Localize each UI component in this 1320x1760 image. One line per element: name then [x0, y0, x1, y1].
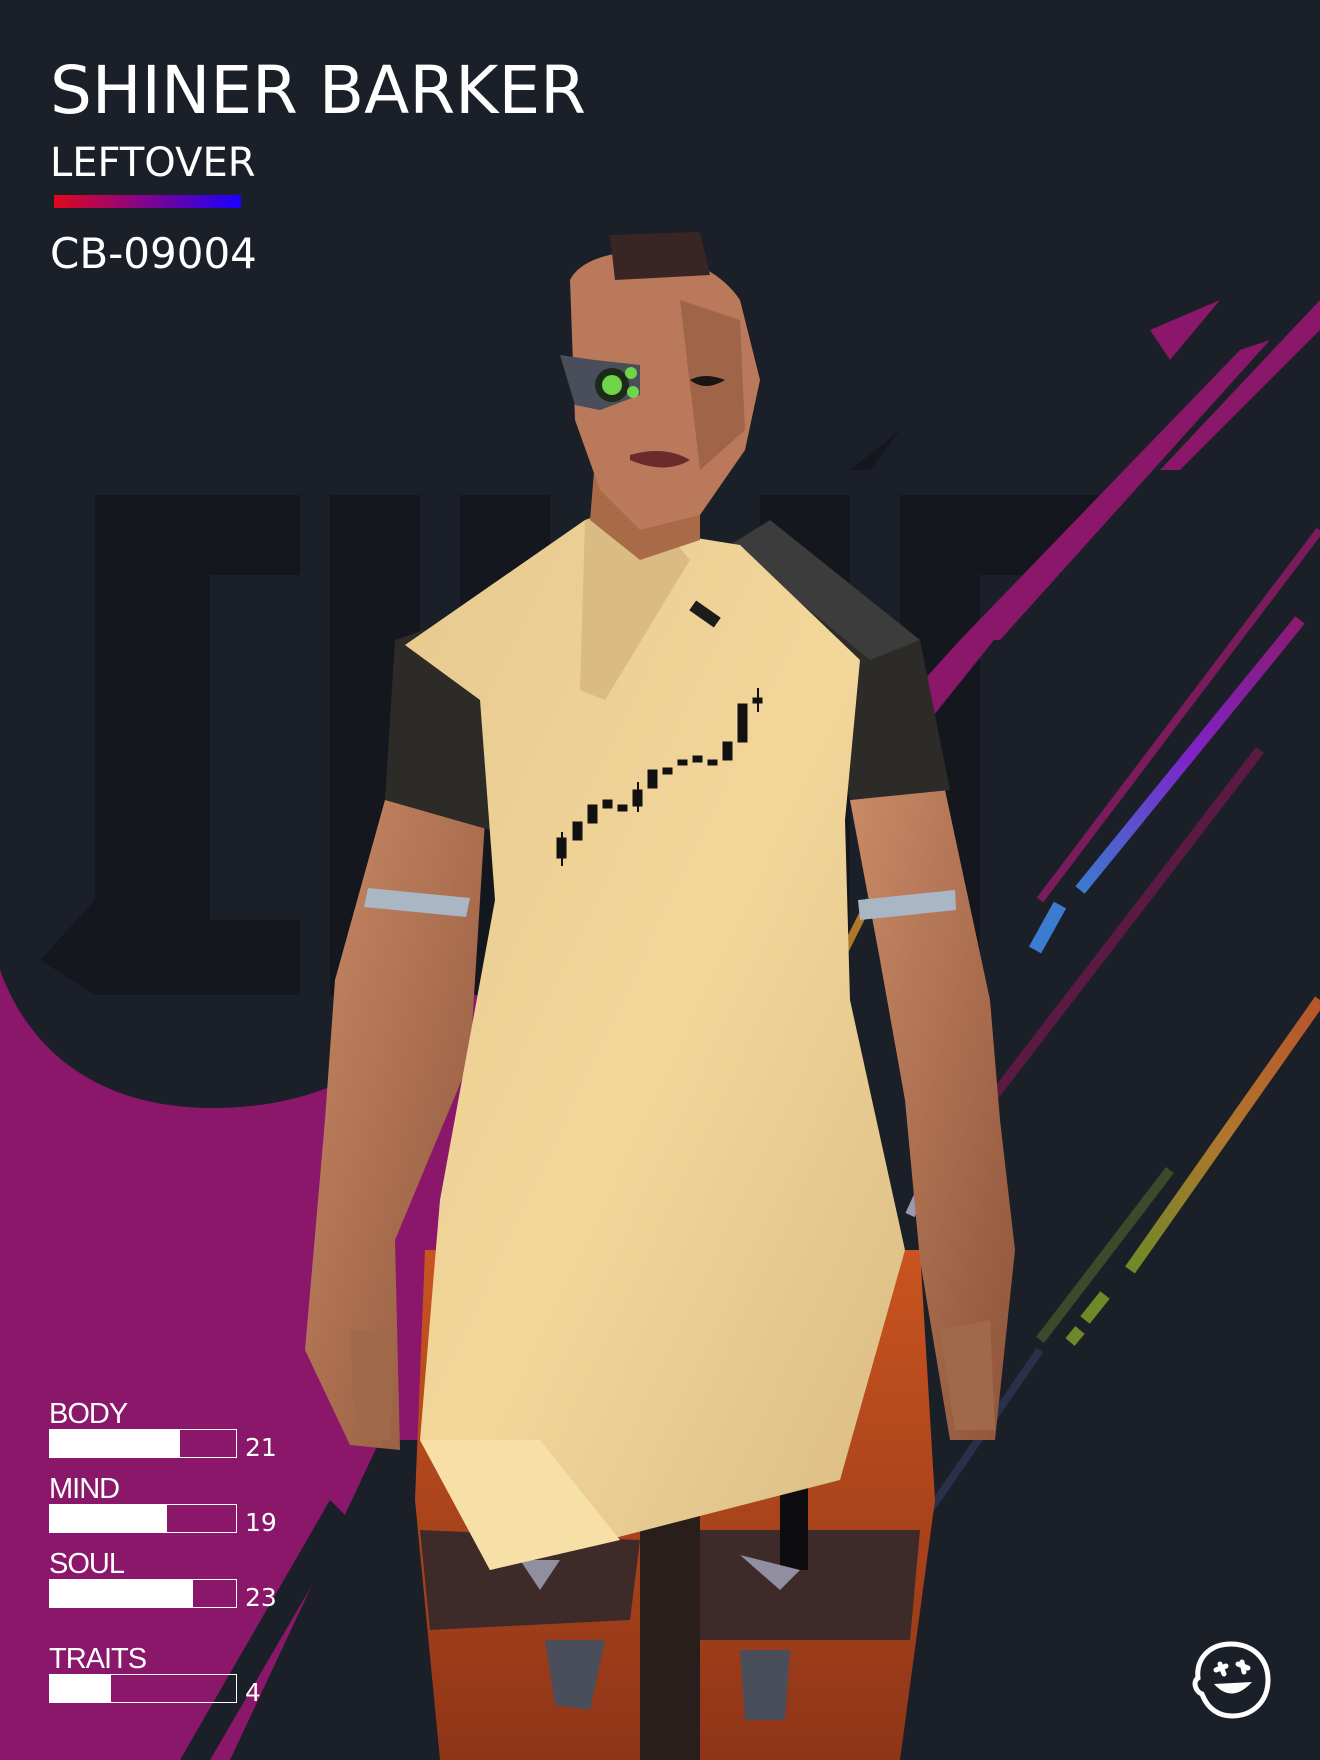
stat-body-value: 21 — [245, 1433, 277, 1462]
character-figure — [305, 232, 1015, 1760]
stat-body-label: BODY — [49, 1398, 128, 1430]
stat-mind-fill — [50, 1505, 168, 1532]
smiley-face-logo-icon — [1192, 1641, 1271, 1719]
character-serial: CB-09004 — [50, 229, 257, 278]
stat-soul-value: 23 — [245, 1583, 277, 1612]
character-class: LEFTOVER — [50, 140, 256, 186]
character-card: SHINER BARKER LEFTOVER CB-09004 BODY 21 … — [0, 0, 1320, 1760]
stat-mind-value: 19 — [245, 1508, 277, 1537]
stat-soul-bar — [49, 1579, 237, 1608]
class-color-bar — [54, 195, 241, 208]
stat-mind-label: MIND — [49, 1473, 120, 1505]
stat-body-fill — [50, 1430, 181, 1457]
stat-body-bar — [49, 1429, 237, 1458]
traits-bar — [49, 1674, 237, 1703]
stat-soul-fill — [50, 1580, 194, 1607]
character-name: SHINER BARKER — [50, 52, 587, 129]
stat-mind-bar — [49, 1504, 237, 1533]
traits-label: TRAITS — [49, 1643, 147, 1675]
stat-soul-label: SOUL — [49, 1548, 125, 1580]
traits-value: 4 — [245, 1678, 261, 1707]
traits-fill — [50, 1675, 112, 1702]
